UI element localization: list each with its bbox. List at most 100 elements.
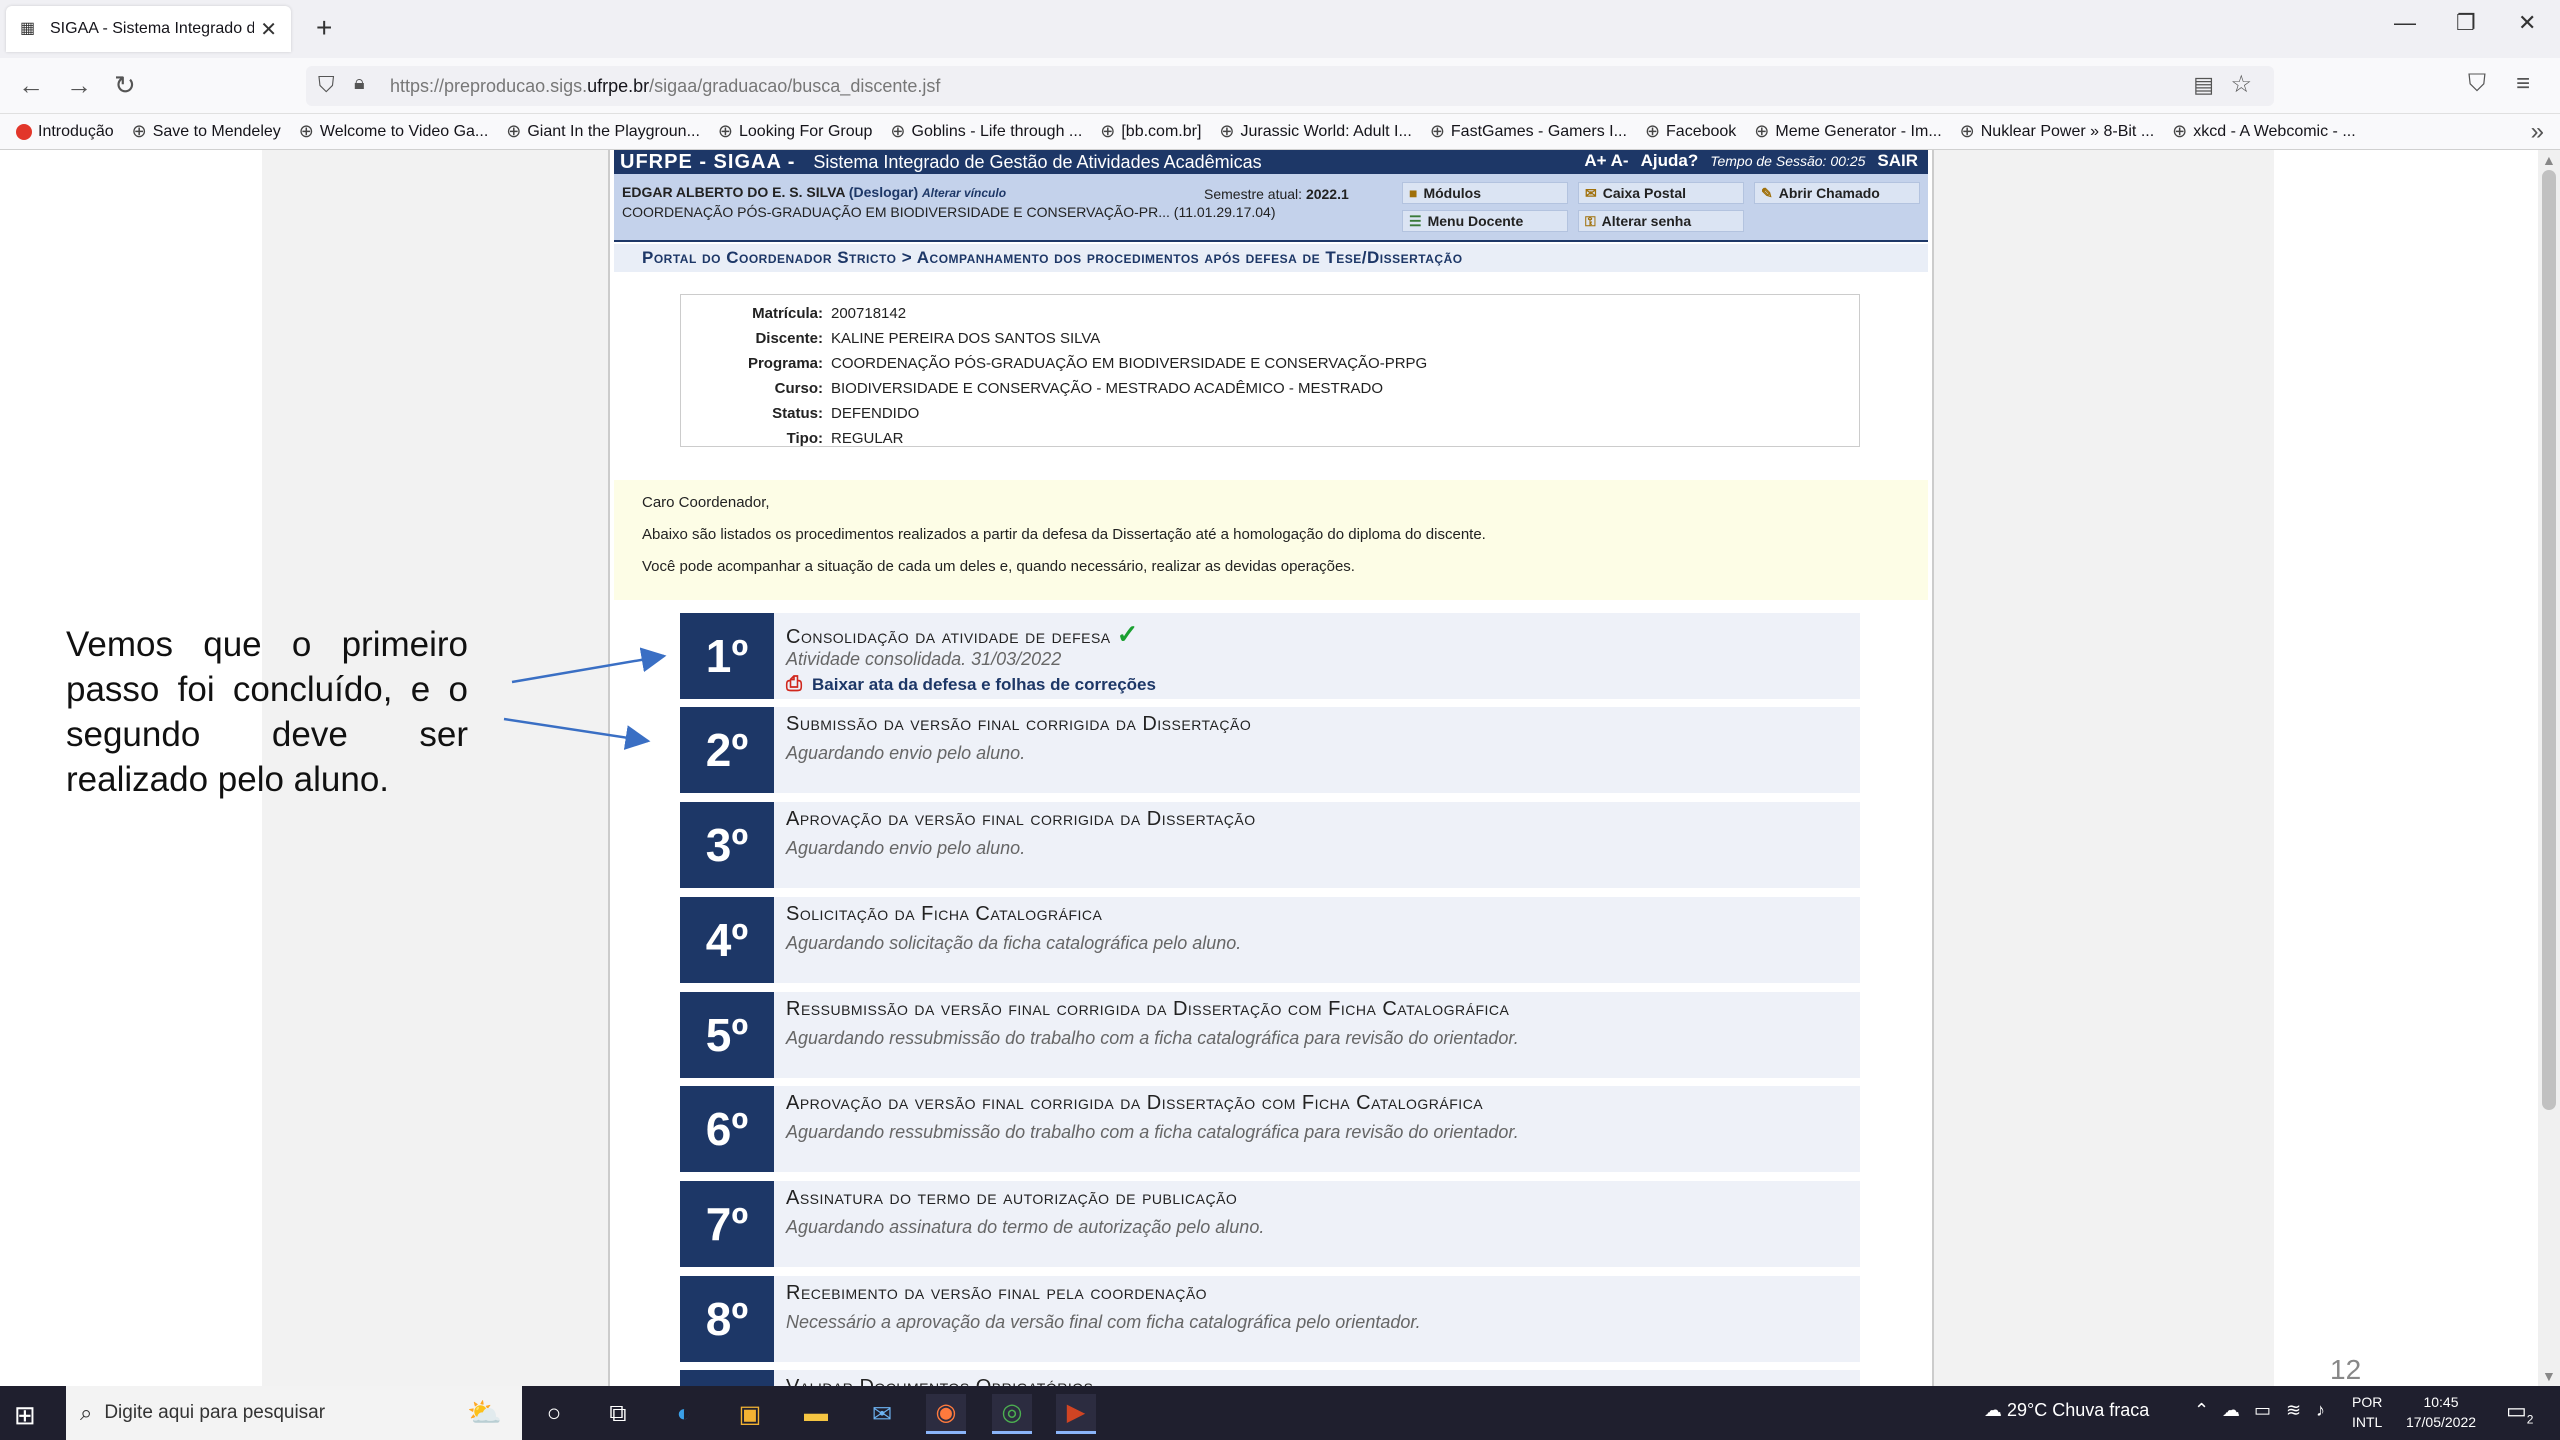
- bookmark-item[interactable]: ⊕ xkcd - A Webcomic - ...: [2172, 121, 2356, 142]
- step-number: 3º: [680, 802, 774, 888]
- student-info-box: Matrícula: 200718142 Discente: KALINE PERE…: [680, 294, 1860, 447]
- step-7: 7º Assinatura do termo de autorização de…: [680, 1181, 1860, 1267]
- bookmark-item[interactable]: Introdução: [16, 123, 114, 141]
- taskbar-weather[interactable]: ☁ 29°C Chuva fraca: [1984, 1400, 2149, 1421]
- clock[interactable]: 10:45 17/05/2022: [2400, 1392, 2482, 1432]
- url-bar[interactable]: ⛉ 🔒︎ https://preproducao.sigs.ufrpe.br/s…: [306, 66, 2274, 106]
- step-number: 9º: [680, 1370, 774, 1386]
- scroll-down-icon[interactable]: ▼: [2542, 1368, 2556, 1384]
- step-title: Aprovação da versão final corrigida da D…: [786, 808, 1256, 830]
- bookmark-item[interactable]: ⊕ Looking For Group: [718, 121, 873, 142]
- bookmark-item[interactable]: ⊕ Nuklear Power » 8-Bit ...: [1960, 121, 2155, 142]
- deslogar-link[interactable]: (Deslogar): [849, 184, 918, 200]
- bookmark-item[interactable]: ⊕ [bb.com.br]: [1100, 121, 1201, 142]
- bookmark-item[interactable]: ⊕ Jurassic World: Adult I...: [1219, 121, 1411, 142]
- globe-icon: ⊕: [1100, 121, 1116, 141]
- step-number: 6º: [680, 1086, 774, 1172]
- coordinator-notice: Caro Coordenador, Abaixo são listados os…: [614, 480, 1928, 600]
- language-indicator[interactable]: POR INTL: [2352, 1392, 2382, 1432]
- shield-icon[interactable]: ⛉: [318, 72, 335, 98]
- step-description: Aguardando envio pelo aluno.: [786, 743, 1026, 763]
- browser-tab[interactable]: ▦ SIGAA - Sistema Integrado de G ✕: [6, 6, 291, 52]
- step-title: Ressubmissão da versão final corrigida d…: [786, 998, 1510, 1020]
- menu-icon[interactable]: ≡: [2516, 70, 2530, 98]
- tab-close-icon[interactable]: ✕: [260, 17, 277, 42]
- chrome-icon[interactable]: ◎: [992, 1394, 1032, 1434]
- scrollbar[interactable]: ▲ ▼: [2538, 150, 2560, 1386]
- file-explorer-icon[interactable]: ▬: [796, 1394, 836, 1434]
- mailbox-icon: ✉: [1585, 184, 1597, 201]
- back-icon[interactable]: ←: [18, 70, 44, 101]
- font-size-controls[interactable]: A+ A-: [1584, 151, 1628, 171]
- url-text[interactable]: https://preproducao.sigs.ufrpe.br/sigaa/…: [390, 76, 940, 97]
- reload-icon[interactable]: ↻: [114, 70, 136, 101]
- globe-icon: ⊕: [1959, 121, 1975, 141]
- new-tab-icon[interactable]: +: [316, 12, 332, 44]
- alterar-vinculo-link[interactable]: Alterar vínculo: [922, 186, 1006, 200]
- windows-start-icon[interactable]: ⊞: [14, 1400, 36, 1431]
- bookmark-star-icon[interactable]: ☆: [2230, 70, 2252, 99]
- help-link[interactable]: Ajuda?: [1641, 151, 1699, 171]
- browser-tab-bar: ▦ SIGAA - Sistema Integrado de G ✕ + — ❐…: [0, 0, 2560, 58]
- step-9: 9º Validar Documentos Obrigatórios: [680, 1370, 1860, 1386]
- info-row: Matrícula: 200718142: [752, 305, 907, 322]
- step-number: 8º: [680, 1276, 774, 1362]
- mail-icon[interactable]: ✉: [862, 1394, 902, 1434]
- abrir-chamado-button[interactable]: ✎ Abrir Chamado: [1754, 182, 1920, 204]
- powerpoint-icon[interactable]: ▶: [1056, 1394, 1096, 1434]
- scroll-up-icon[interactable]: ▲: [2542, 152, 2556, 168]
- sigaa-page: UFRPE - SIGAA - Sistema Integrado de Ges…: [608, 150, 1934, 1386]
- globe-icon: ⊕: [506, 121, 522, 141]
- onedrive-icon[interactable]: ☁: [2222, 1400, 2240, 1421]
- pocket-icon[interactable]: ⛉: [2468, 70, 2486, 98]
- step-title: Submissão da versão final corrigida da D…: [786, 713, 1252, 735]
- caixa-postal-button[interactable]: ✉ Caixa Postal: [1578, 182, 1744, 204]
- notification-count: 2: [2526, 1412, 2534, 1427]
- bookmark-item[interactable]: ⊕ Save to Mendeley: [132, 121, 281, 142]
- sigaa-subtitle: Sistema Integrado de Gestão de Atividade…: [813, 151, 1262, 172]
- volume-icon[interactable]: ♪: [2316, 1400, 2325, 1421]
- bookmark-item[interactable]: ⊕ Goblins - Life through ...: [890, 121, 1082, 142]
- taskbar-search[interactable]: ⌕ Digite aqui para pesquisar ⛅: [66, 1386, 522, 1440]
- chevron-right-icon[interactable]: »: [2531, 118, 2544, 146]
- task-view-icon[interactable]: ⧉: [598, 1394, 638, 1434]
- modulos-button[interactable]: ■ Módulos: [1402, 182, 1568, 204]
- step-1: 1º Consolidação da atividade de defesa ✓ …: [680, 613, 1860, 699]
- scrollbar-thumb[interactable]: [2542, 170, 2556, 1110]
- bookmark-item[interactable]: ⊕ FastGames - Gamers I...: [1430, 121, 1627, 142]
- download-ata-link[interactable]: ⎙ Baixar ata da defesa e folhas de correç…: [786, 673, 1156, 696]
- step-number: 2º: [680, 707, 774, 793]
- notification-icon[interactable]: ▭2: [2506, 1398, 2533, 1426]
- window-close-icon[interactable]: ✕: [2518, 10, 2536, 36]
- restore-icon[interactable]: ❐: [2456, 10, 2476, 36]
- chevron-up-icon[interactable]: ⌃: [2194, 1400, 2209, 1421]
- browser-nav-bar: ← → ↻ ⛉ 🔒︎ https://preproducao.sigs.ufrp…: [0, 58, 2560, 114]
- minimize-icon[interactable]: —: [2394, 10, 2416, 36]
- ticket-icon: ✎: [1761, 184, 1773, 201]
- cortana-icon[interactable]: ○: [534, 1394, 574, 1434]
- battery-icon[interactable]: ▭: [2254, 1400, 2271, 1421]
- user-info-bar: EDGAR ALBERTO DO E. S. SILVA (Deslogar) …: [614, 174, 1928, 242]
- reader-view-icon[interactable]: ▤: [2193, 72, 2214, 98]
- weather-widget-icon[interactable]: ⛅: [467, 1396, 502, 1429]
- lock-icon[interactable]: 🔒︎: [354, 72, 365, 95]
- store-icon[interactable]: ▣: [730, 1394, 770, 1434]
- check-icon: ✓: [1116, 619, 1139, 649]
- info-row: Tipo: REGULAR: [786, 430, 904, 447]
- globe-icon: ⊕: [2172, 121, 2188, 141]
- edge-icon[interactable]: ◐: [664, 1394, 704, 1434]
- bookmark-item[interactable]: ⊕ Meme Generator - Im...: [1754, 121, 1941, 142]
- step-number: 7º: [680, 1181, 774, 1267]
- forward-icon[interactable]: →: [66, 70, 92, 101]
- wifi-icon[interactable]: ≋: [2286, 1400, 2301, 1421]
- sigaa-brand: UFRPE - SIGAA -: [620, 150, 796, 173]
- firefox-icon[interactable]: ◉: [926, 1394, 966, 1434]
- alterar-senha-button[interactable]: ⚿ Alterar senha: [1578, 210, 1744, 232]
- page-margin-right: [1934, 150, 2274, 1386]
- menu-docente-button[interactable]: ☰ Menu Docente: [1402, 210, 1568, 232]
- bookmark-item[interactable]: ⊕ Welcome to Video Ga...: [299, 121, 488, 142]
- bookmark-item[interactable]: ⊕ Facebook: [1645, 121, 1736, 142]
- bookmark-item[interactable]: ⊕ Giant In the Playgroun...: [506, 121, 700, 142]
- logout-link[interactable]: SAIR: [1877, 151, 1918, 171]
- step-description: Aguardando ressubmissão do trabalho com …: [786, 1028, 1519, 1048]
